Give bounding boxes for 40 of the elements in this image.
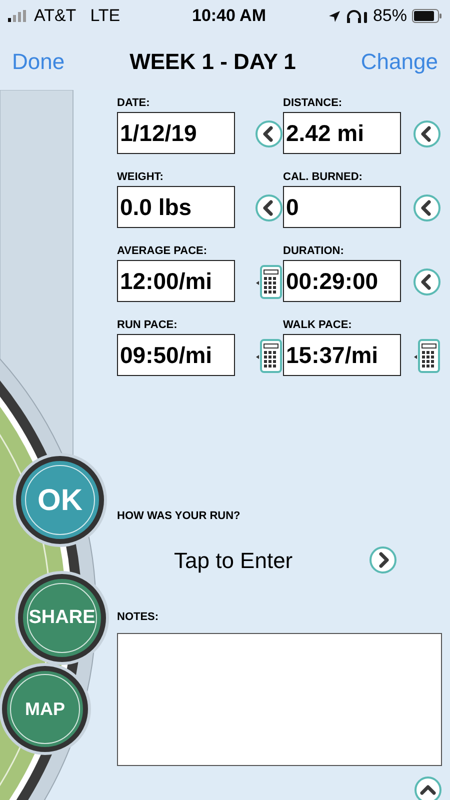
chevron-left-icon[interactable] bbox=[255, 120, 283, 148]
network-text: LTE bbox=[90, 5, 120, 28]
calculator-icon[interactable] bbox=[255, 264, 283, 300]
battery-icon bbox=[412, 9, 442, 23]
input-field[interactable]: 0.0 lbs bbox=[117, 186, 235, 228]
chevron-left-icon[interactable] bbox=[413, 120, 441, 148]
battery-percent-text: 85% bbox=[372, 5, 407, 28]
input-field[interactable]: 2.42 mi bbox=[283, 112, 401, 154]
chevron-left-icon[interactable] bbox=[413, 194, 441, 222]
chevron-left-icon[interactable] bbox=[255, 194, 283, 222]
tap-to-enter-button[interactable]: Tap to Enter bbox=[174, 544, 293, 576]
headphones-icon bbox=[346, 9, 368, 23]
field-label: WALK PACE: bbox=[283, 319, 353, 332]
input-field[interactable]: 0 bbox=[283, 186, 401, 228]
field-label: WEIGHT: bbox=[117, 171, 164, 184]
location-arrow-icon bbox=[328, 10, 341, 22]
input-field[interactable]: 12:00/mi bbox=[117, 260, 235, 302]
rating-label: HOW WAS YOUR RUN? bbox=[117, 509, 242, 524]
carrier-text: AT&T bbox=[34, 5, 76, 28]
input-field[interactable]: 15:37/mi bbox=[283, 334, 401, 376]
field-label: RUN PACE: bbox=[117, 319, 178, 332]
notes-field[interactable] bbox=[117, 633, 442, 766]
field-label: DISTANCE: bbox=[283, 97, 344, 110]
field-label: DURATION: bbox=[283, 245, 345, 258]
chevron-up-icon[interactable] bbox=[414, 776, 442, 800]
input-field[interactable]: 00:29:00 bbox=[283, 260, 401, 302]
field-label: AVERAGE PACE: bbox=[117, 245, 208, 258]
notes-label: NOTES: bbox=[117, 610, 160, 624]
round-button[interactable]: SHARE bbox=[18, 574, 106, 662]
round-button[interactable]: MAP bbox=[2, 666, 88, 752]
calculator-icon[interactable] bbox=[413, 338, 441, 374]
screen-title: WEEK 1 - DAY 1 bbox=[130, 48, 296, 76]
input-field[interactable]: 1/12/19 bbox=[117, 112, 235, 154]
clock-text: 10:40 AM bbox=[190, 5, 267, 28]
chevron-left-icon[interactable] bbox=[413, 268, 441, 296]
chevron-right-icon[interactable] bbox=[369, 546, 397, 574]
input-field[interactable]: 09:50/mi bbox=[117, 334, 235, 376]
field-label: CAL. BURNED: bbox=[283, 171, 364, 184]
field-label: DATE: bbox=[117, 97, 151, 110]
calculator-icon[interactable] bbox=[255, 338, 283, 374]
